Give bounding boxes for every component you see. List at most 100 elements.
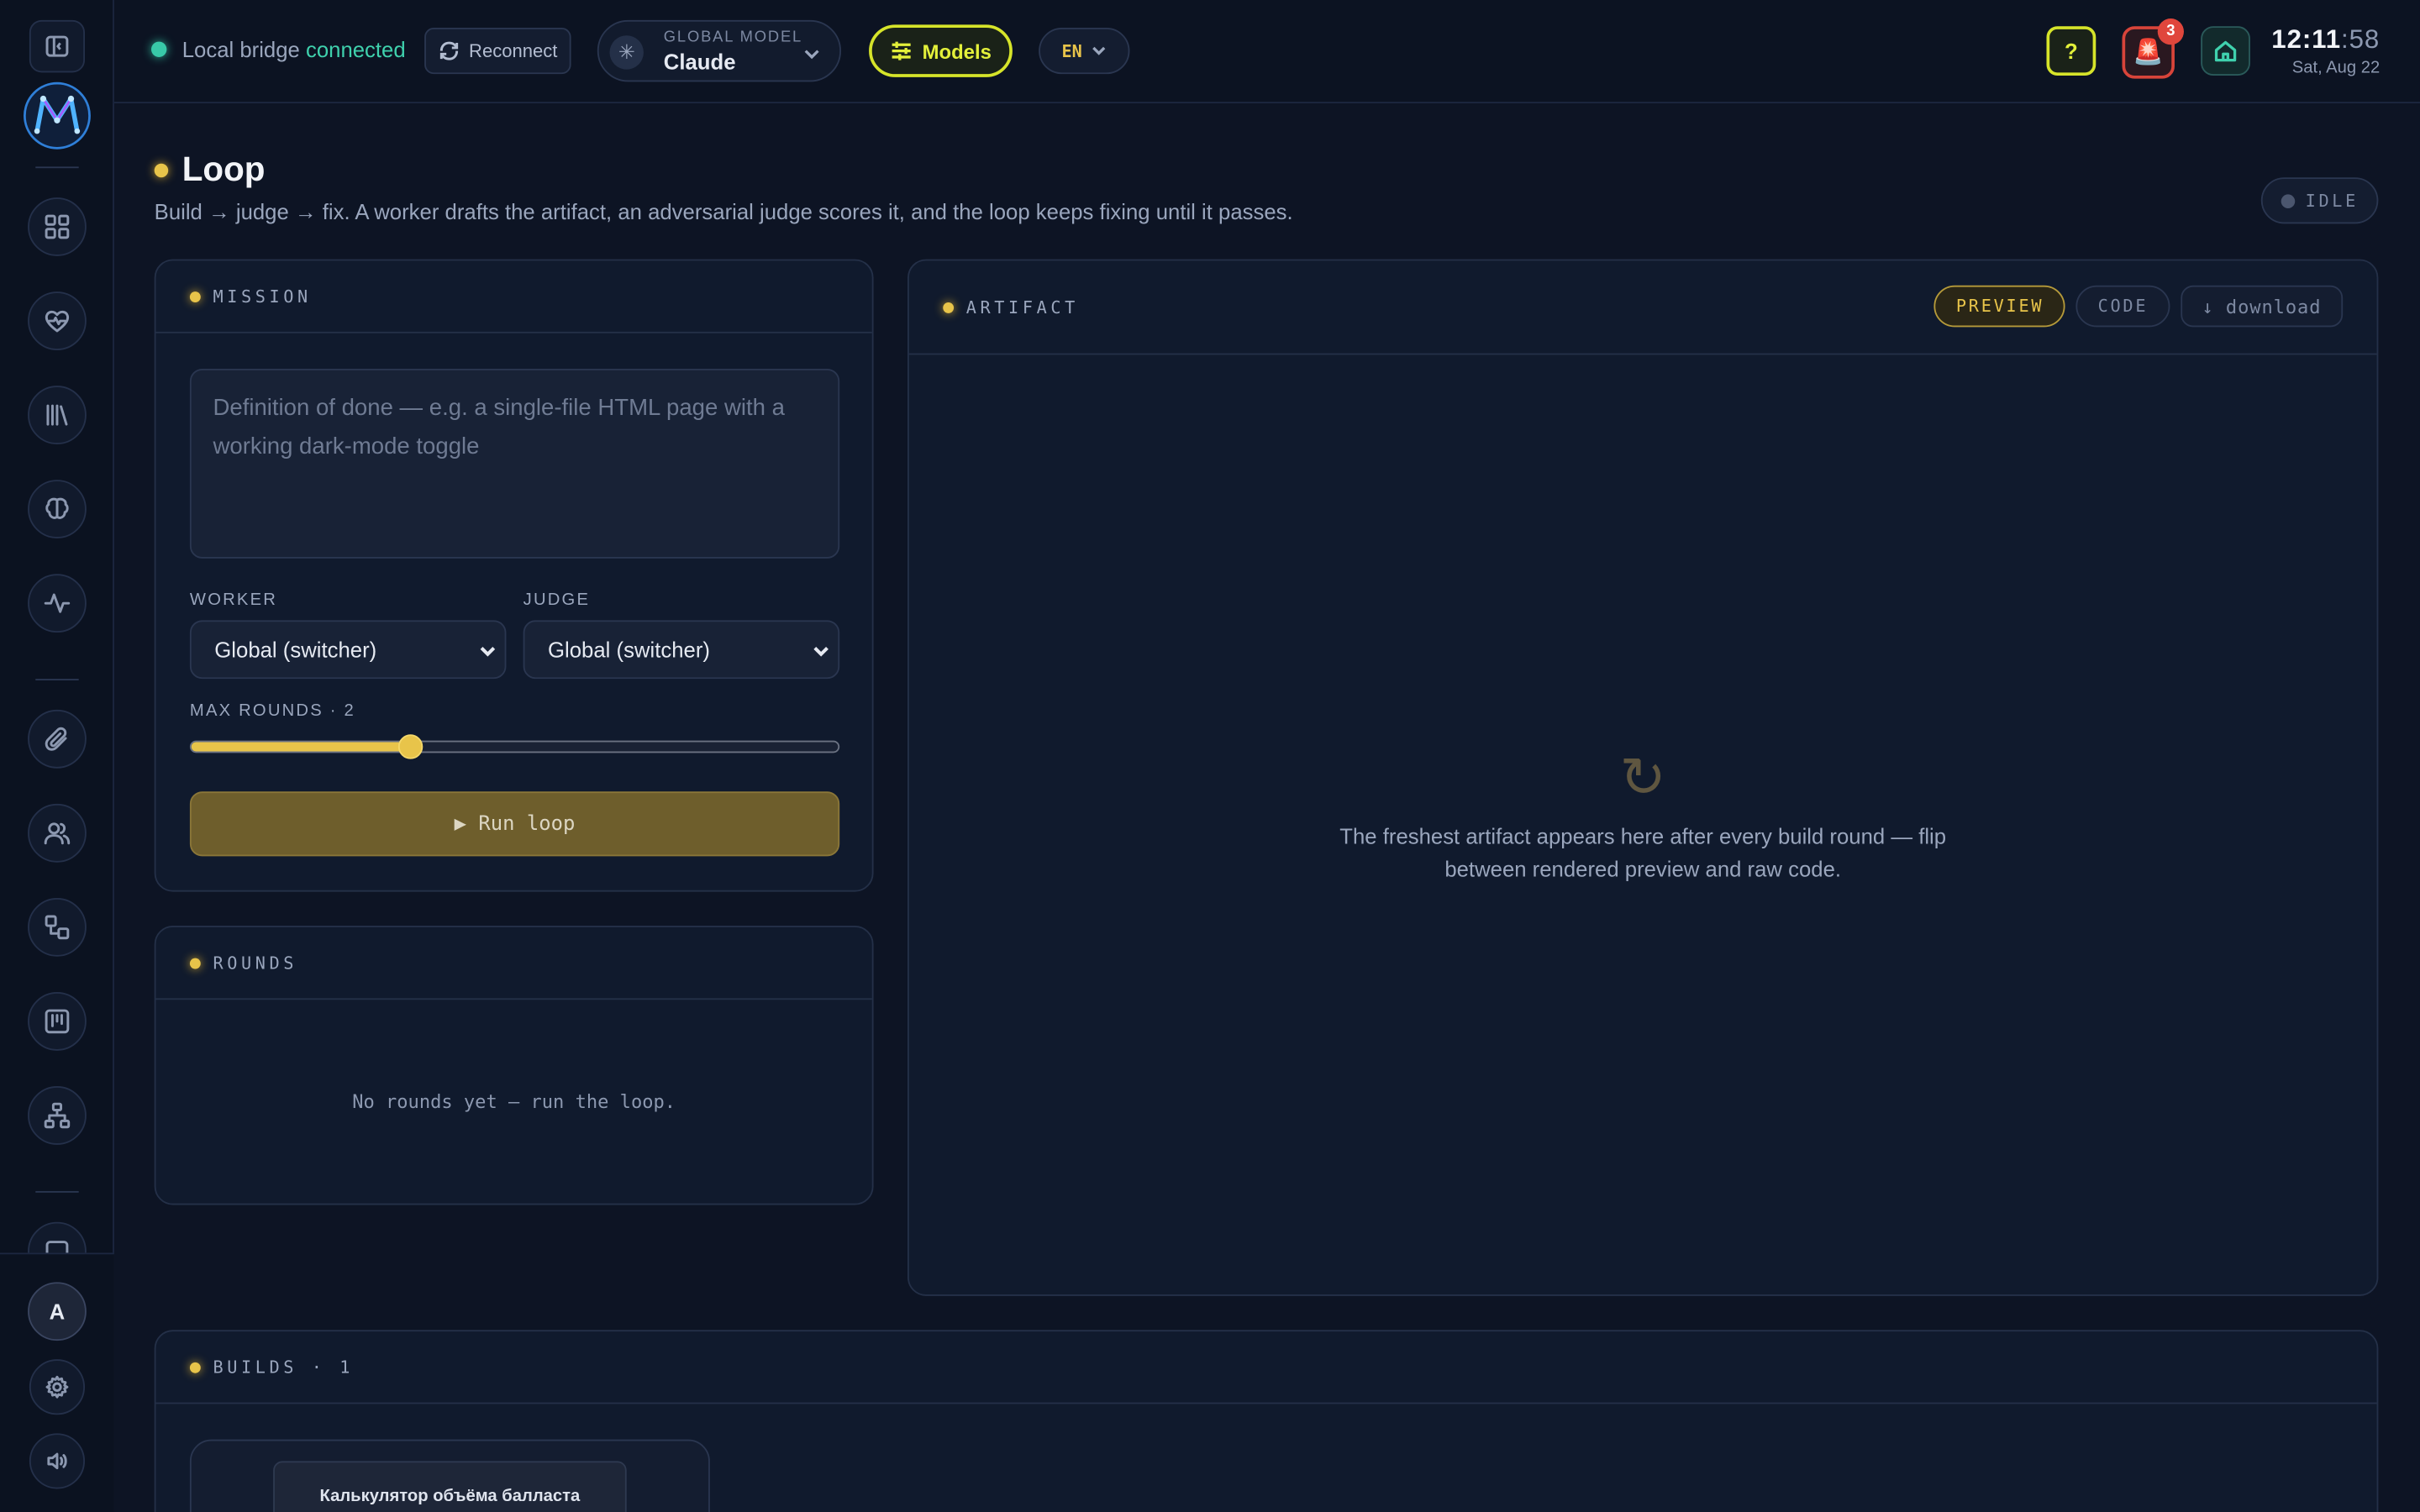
artifact-card: ARTIFACT PREVIEW CODE ↓ download ↻ The f… [907,259,2379,1296]
builds-header-text: BUILDS · 1 [213,1357,355,1378]
header-dot [189,957,201,969]
build-item[interactable]: Калькулятор объёма балласта [189,1439,710,1512]
page-title-text: Loop [182,150,266,189]
alerts-button[interactable]: 🚨 3 [2122,18,2184,79]
artifact-tabs: PREVIEW CODE ↓ download [1934,285,2344,328]
mission-card: MISSION Definition of done — e.g. a sing… [154,259,874,892]
tab-preview[interactable]: PREVIEW [1934,285,2066,328]
rounds-empty-message: No rounds yet — run the loop. [352,1090,676,1113]
sparkle-icon: ✳ [609,35,644,70]
rounds-card: ROUNDS No rounds yet — run the loop. [154,926,874,1205]
workflow-icon[interactable] [28,897,87,957]
max-rounds-slider[interactable] [189,734,840,759]
worker-value: Global (switcher) [214,637,377,662]
chevron-down-icon [802,43,821,71]
sidebar-toggle-icon[interactable] [29,19,86,73]
chevron-down-icon [480,646,496,657]
slider-fill [191,742,412,752]
clock-seconds: 58 [2349,24,2381,55]
home-button[interactable] [2201,26,2250,76]
topbar: Local bridge connected Reconnect ✳ GLOBA… [113,0,2420,104]
slider-handle[interactable] [398,734,424,759]
org-chart-icon[interactable] [28,1086,87,1145]
sidebar-footer: A [0,1252,114,1512]
clock: 12:11:58 Sat, Aug 22 [2271,24,2380,76]
heart-pulse-icon[interactable] [28,291,87,350]
sidebar-divider [35,679,79,680]
artifact-header-text: ARTIFACT [965,297,1079,318]
page-subtitle: Build → judge → fix. A worker drafts the… [154,198,1293,224]
alerts-count-badge: 3 [2157,18,2184,45]
page-title: Loop [154,150,266,190]
header-dot [943,302,955,312]
tab-code[interactable]: CODE [2075,285,2170,328]
builds-card: BUILDS · 1 Калькулятор объёма балласта [154,1330,2379,1512]
models-button[interactable]: Models [869,24,1013,77]
sidebar-divider [35,166,79,169]
rounds-header: ROUNDS [155,927,872,1000]
judge-value: Global (switcher) [548,637,710,662]
build-thumbnail: Калькулятор объёма балласта [273,1461,627,1512]
reconnect-label: Reconnect [469,39,558,62]
bridge-state: connected [305,37,406,62]
gear-icon[interactable] [29,1359,86,1415]
language-value: EN [1061,40,1082,61]
sidebar: A [0,0,114,1512]
chevron-down-icon [813,646,829,657]
clock-date: Sat, Aug 22 [2291,58,2381,77]
kanban-icon[interactable] [28,992,87,1051]
mission-header: MISSION [155,260,872,333]
refresh-icon: ↻ [1619,745,1666,809]
max-rounds-label: MAX ROUNDS · 2 [189,701,355,721]
app-logo[interactable] [22,81,92,151]
title-dot [154,162,169,177]
rounds-header-text: ROUNDS [213,953,298,974]
global-model-selector[interactable]: ✳ GLOBAL MODEL Claude [597,19,842,82]
header-dot [189,1361,201,1373]
build-title: Калькулятор объёма балласта [319,1487,581,1506]
paperclip-icon[interactable] [28,709,87,769]
users-icon[interactable] [28,803,87,863]
home-icon [2214,40,2237,62]
siren-icon: 🚨 [2133,39,2165,66]
run-loop-button[interactable]: ▶ Run loop [189,791,840,857]
activity-icon[interactable] [28,574,87,633]
status-label: IDLE [2305,190,2359,211]
library-icon[interactable] [28,386,87,444]
bridge-status: Local bridge connected [150,37,406,62]
clock-sep: : [2341,24,2349,55]
speaker-icon[interactable] [29,1433,86,1489]
clock-time: 12:11:58 [2271,24,2380,55]
artifact-empty-message: The freshest artifact appears here after… [909,821,2377,885]
bridge-label: Local bridge [182,37,300,62]
sliders-icon [891,41,910,60]
refresh-icon [439,41,458,60]
dashboard-icon[interactable] [28,197,87,256]
artifact-empty-line-2: between rendered preview and raw code. [1444,856,1842,881]
help-button[interactable]: ? [2046,26,2096,76]
status-dot [150,41,167,57]
artifact-empty-line-1: The freshest artifact appears here after… [1339,823,1947,849]
status-dot [2281,193,2295,208]
definition-of-done-input[interactable]: Definition of done — e.g. a single-file … [189,368,840,559]
definition-placeholder: Definition of done — e.g. a single-file … [213,395,785,460]
worker-select[interactable]: Global (switcher) [189,620,507,680]
judge-label: JUDGE [523,591,591,610]
language-selector[interactable]: EN [1039,28,1130,75]
judge-select[interactable]: Global (switcher) [523,620,840,680]
brain-icon[interactable] [28,480,87,539]
avatar[interactable]: A [28,1282,87,1341]
chevron-down-icon [1092,46,1106,55]
global-model-value: Claude [663,49,736,75]
help-label: ? [2065,38,2078,64]
header-dot [189,291,201,302]
global-model-label: GLOBAL MODEL [663,29,803,47]
reconnect-button[interactable]: Reconnect [424,28,571,75]
status-badge: IDLE [2260,177,2379,224]
clock-hm: 12:11 [2271,24,2342,55]
sidebar-divider [35,1190,79,1193]
mission-header-text: MISSION [213,286,312,307]
run-loop-label: ▶ Run loop [454,812,576,836]
artifact-empty-state: ↻ The freshest artifact appears here aft… [909,745,2377,885]
download-button[interactable]: ↓ download [2180,285,2344,328]
